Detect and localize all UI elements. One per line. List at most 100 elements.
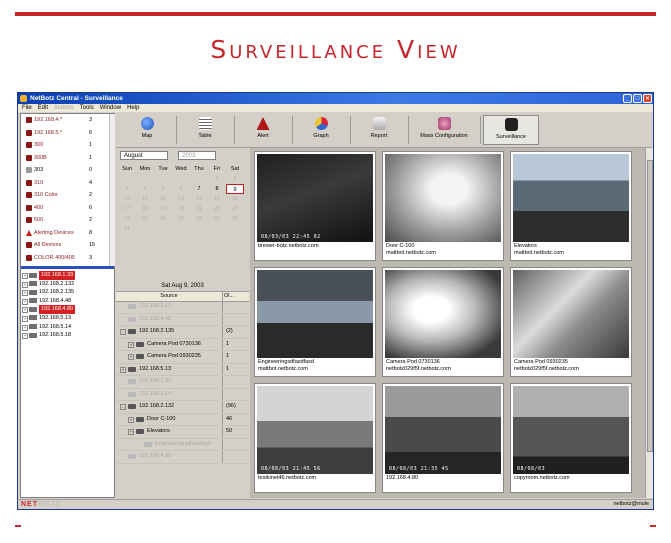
device-tree-item[interactable]: +192.168.4.48	[21, 297, 114, 306]
group-list-scrollbar[interactable]	[109, 114, 115, 266]
calendar-day[interactable]: 25	[136, 214, 154, 224]
expand-toggle[interactable]: +	[120, 366, 126, 373]
calendar-day[interactable]: 30	[226, 214, 244, 224]
camera-image[interactable]	[257, 270, 373, 358]
source-row[interactable]: - 192.168.2.135 (2)	[116, 326, 249, 339]
device-group-item[interactable]: All Devices 15	[21, 239, 109, 252]
toolbar-graph-button[interactable]: Graph	[295, 115, 347, 145]
camera-tile[interactable]: Door C-100 mattbot.netbotz.com	[382, 151, 504, 261]
device-group-item[interactable]: 300 1	[21, 139, 109, 152]
camera-tile[interactable]: 08/08/03 copyroom.netbotz.com	[510, 383, 632, 493]
camera-tile[interactable]: 08/08/03 21:35 45 192.168.4.80	[382, 383, 504, 493]
source-row[interactable]: 192.168.4.48	[116, 313, 249, 326]
expand-toggle[interactable]: +	[22, 333, 28, 340]
maximize-button[interactable]: □	[633, 94, 642, 103]
calendar-day[interactable]: 18	[136, 204, 154, 214]
expand-toggle[interactable]: -	[120, 329, 126, 335]
device-tree-item[interactable]: +192.168.2.135	[21, 288, 114, 297]
expand-toggle[interactable]: +	[22, 298, 28, 305]
expand-toggle[interactable]: +	[22, 290, 28, 297]
menu-file[interactable]: File	[22, 105, 32, 111]
close-button[interactable]: ×	[643, 94, 652, 103]
toolbar-table-button[interactable]: Table	[179, 115, 231, 145]
camera-tile[interactable]: Camera Pod 0730136 netbotz029f5f.netbotz.…	[382, 267, 504, 377]
count-column-header[interactable]: Ol...	[224, 292, 234, 301]
camera-tile[interactable]: Camera Pod 0930235 netbotz029f5f.netbotz.…	[510, 267, 632, 377]
device-tree-item[interactable]: +192.168.2.132	[21, 280, 114, 289]
calendar-day[interactable]: 23	[226, 204, 244, 214]
device-group-item[interactable]: 500 2	[21, 214, 109, 227]
source-row[interactable]: + Elevators 50	[116, 426, 249, 439]
source-row[interactable]: 192.168.5.13	[116, 301, 249, 314]
device-tree-item[interactable]: +192.168.1.33	[21, 271, 114, 280]
toolbar-surveillance-button[interactable]: Surveillance	[483, 115, 539, 145]
menu-help[interactable]: Help	[127, 105, 139, 111]
calendar-day[interactable]: 24	[118, 214, 136, 224]
scrollbar-thumb[interactable]	[647, 160, 653, 452]
source-row[interactable]: + Camera Pod 0930235 1	[116, 351, 249, 364]
source-row[interactable]: + Door C-100 46	[116, 413, 249, 426]
camera-image[interactable]: 08/08/03	[513, 386, 629, 474]
expand-toggle[interactable]: +	[22, 281, 28, 288]
calendar-day[interactable]: 31	[118, 224, 136, 234]
camera-image[interactable]	[385, 270, 501, 358]
camera-image[interactable]	[513, 154, 629, 242]
menu-tools[interactable]: Tools	[80, 105, 94, 111]
calendar-day[interactable]: 29	[208, 214, 226, 224]
camera-tile[interactable]: Elevators mattbot.netbotz.com	[510, 151, 632, 261]
camera-tile[interactable]: 08/03/03 22:45 02 brewer-botz.netbotz.com	[254, 151, 376, 261]
calendar-day[interactable]: 12	[154, 194, 172, 204]
calendar-day[interactable]: 4	[136, 184, 154, 194]
calendar-day[interactable]: 7	[190, 184, 208, 194]
device-group-item[interactable]: Alerting Devices 8	[21, 227, 109, 240]
calendar-day[interactable]: 20	[172, 204, 190, 214]
device-tree-item[interactable]: +192.168.4.80	[21, 305, 114, 314]
camera-tile[interactable]: 08/08/03 21:45 56 testkinet46.netbotz.com	[254, 383, 376, 493]
device-group-item[interactable]: 192.168.4.* 3	[21, 114, 109, 127]
device-group-item[interactable]: 310 4	[21, 177, 109, 190]
source-row[interactable]: - 192.168.2.132 (96)	[116, 401, 249, 414]
camera-image[interactable]: 08/08/03 21:35 45	[385, 386, 501, 474]
device-group-item[interactable]: 300B 1	[21, 152, 109, 165]
calendar-day[interactable]: 6	[172, 184, 190, 194]
source-row[interactable]: + Camera Pod 0730136 1	[116, 338, 249, 351]
calendar-day[interactable]: 2	[226, 174, 244, 184]
source-row[interactable]: 192.168.1.33	[116, 376, 249, 389]
expand-toggle[interactable]: +	[128, 354, 134, 360]
device-group-item[interactable]: 400 6	[21, 202, 109, 215]
camera-image[interactable]	[513, 270, 629, 358]
calendar-day[interactable]: 5	[154, 184, 172, 194]
calendar-day[interactable]: 1	[208, 174, 226, 184]
expand-toggle[interactable]: +	[22, 315, 28, 322]
menu-actions[interactable]: Actions	[54, 105, 74, 111]
calendar-day[interactable]: 11	[136, 194, 154, 204]
year-spinner[interactable]: 2003	[178, 151, 216, 160]
toolbar-mass-configuration-button[interactable]: Mass Configuration	[411, 115, 477, 145]
calendar-day[interactable]: 19	[154, 204, 172, 214]
calendar-day[interactable]: 14	[190, 194, 208, 204]
camera-tile[interactable]: Engineeringsdfasdfasd mattbot.netbotz.com	[254, 267, 376, 377]
month-select[interactable]: August	[120, 151, 168, 160]
calendar-day[interactable]: 10	[118, 194, 136, 204]
calendar-day[interactable]: 21	[190, 204, 208, 214]
expand-toggle[interactable]: +	[128, 341, 134, 348]
camera-grid-scrollbar[interactable]	[645, 148, 653, 498]
source-row[interactable]: Engineeringsdfasdfasd	[116, 438, 249, 451]
device-group-item[interactable]: COLOR 400/405 3	[21, 252, 109, 265]
calendar-day[interactable]: 28	[190, 214, 208, 224]
device-tree-item[interactable]: +192.168.5.14	[21, 323, 114, 332]
calendar-day[interactable]: 3	[118, 184, 136, 194]
calendar-day[interactable]: 8	[208, 184, 226, 194]
source-row[interactable]: +192.168.5.13 1	[116, 363, 249, 376]
toolbar-report-button[interactable]: Report	[353, 115, 405, 145]
toolbar-alert-button[interactable]: Alert	[237, 115, 289, 145]
source-row[interactable]: 192.168.5.14	[116, 388, 249, 401]
expand-toggle[interactable]: +	[22, 307, 28, 314]
calendar-day[interactable]: 22	[208, 204, 226, 214]
calendar-day[interactable]: 16	[226, 194, 244, 204]
camera-image[interactable]: 08/03/03 22:45 02	[257, 154, 373, 242]
device-group-item[interactable]: 310 Color 2	[21, 189, 109, 202]
source-row[interactable]: 192.168.4.80	[116, 451, 249, 464]
calendar-day[interactable]: 27	[172, 214, 190, 224]
camera-image[interactable]: 08/08/03 21:45 56	[257, 386, 373, 474]
